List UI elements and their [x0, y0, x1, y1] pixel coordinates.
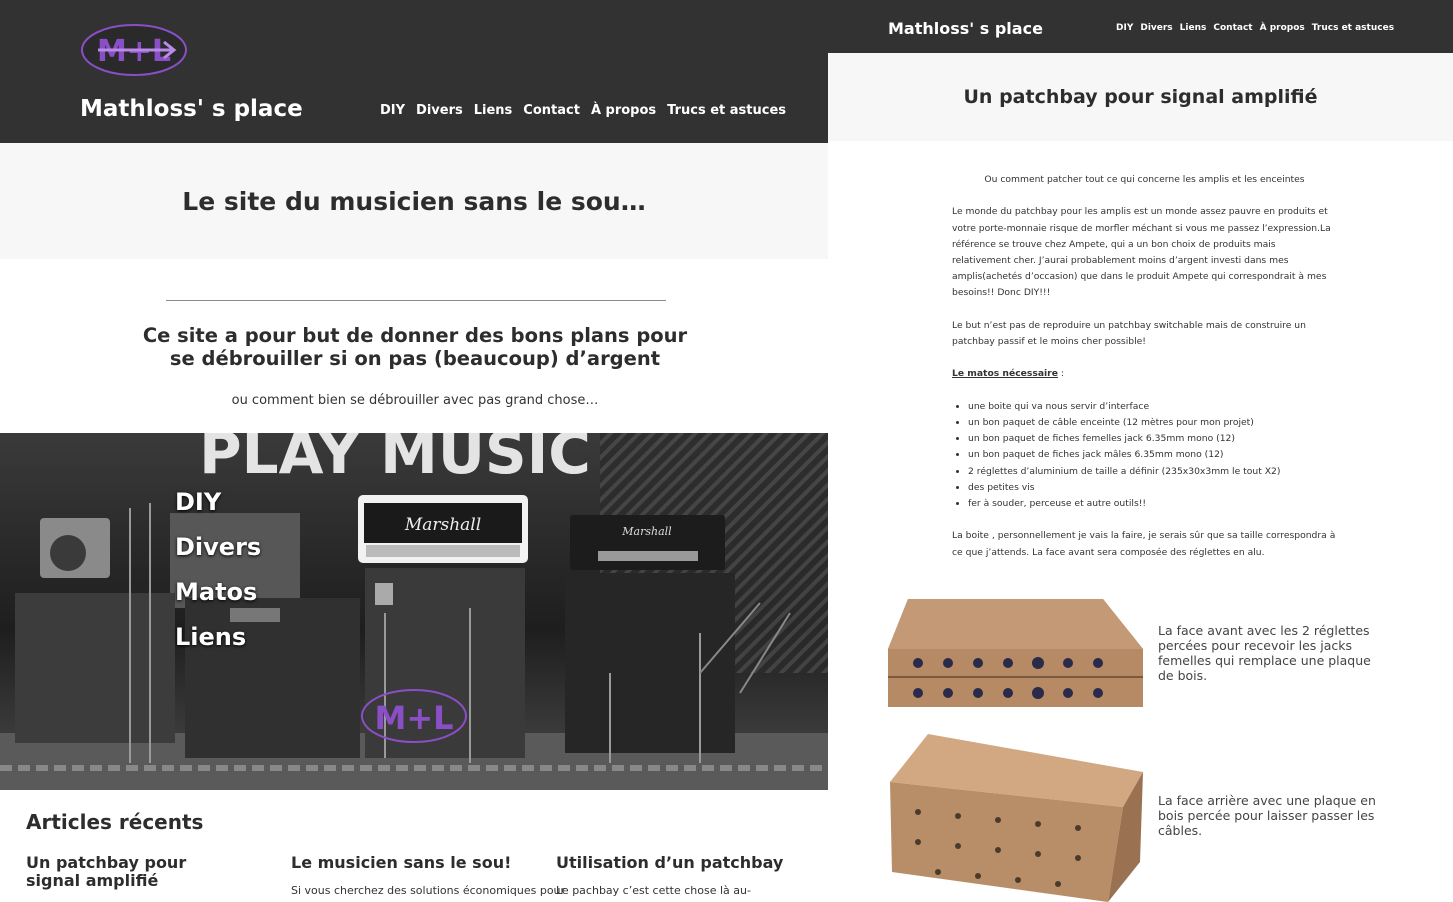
article-site-title[interactable]: Mathloss' s place — [888, 19, 1043, 38]
article-nav-item-divers[interactable]: Divers — [1140, 23, 1172, 33]
list-item: un bon paquet de fiches femelles jack 6.… — [968, 431, 1337, 447]
divider — [166, 300, 666, 301]
box-back-caption: La face arrière avec une plaque en bois … — [1158, 793, 1376, 838]
hero-band: Le site du musicien sans le sou… — [0, 143, 828, 259]
matos-suffix: : — [1057, 368, 1064, 380]
homepage-panel: M+L Mathloss' s place DIY Divers Liens C… — [0, 0, 828, 902]
article-site-header: Mathloss' s place DIY Divers Liens Conta… — [828, 0, 1453, 53]
intro-heading-line2: se débrouiller si on pas (beaucoup) d’ar… — [169, 347, 661, 370]
list-item: une boite qui va nous servir d’interface — [968, 399, 1337, 415]
list-item: un bon paquet de câble enceinte (12 mètr… — [968, 415, 1337, 431]
nav-item-trucs-et-astuces[interactable]: Trucs et astuces — [667, 103, 786, 118]
box-front-photo — [888, 599, 1143, 707]
intro-heading-line1: Ce site a pour but de donner des bons pl… — [142, 324, 688, 347]
recent-article-title-1-line2[interactable]: signal amplifié — [26, 871, 158, 890]
recent-article-excerpt-2: Si vous cherchez des solutions économiqu… — [291, 884, 566, 897]
stage-neon-sign: PLAY MUSIC — [199, 433, 591, 487]
stage-menu-divers[interactable]: Divers — [175, 533, 261, 561]
stage-amp-brand: Marshall — [404, 515, 481, 535]
matos-label: Le matos nécessaire — [952, 368, 1058, 380]
recent-article-title-2[interactable]: Le musicien sans le sou! — [291, 854, 511, 872]
article-title-band: Un patchbay pour signal amplifié — [828, 53, 1453, 141]
site-header: M+L Mathloss' s place DIY Divers Liens C… — [0, 0, 828, 143]
recent-articles-heading: Articles récents — [26, 810, 204, 834]
site-title[interactable]: Mathloss' s place — [80, 96, 303, 122]
svg-text:M+L: M+L — [374, 699, 453, 737]
article-paragraph-2: Le but n’est pas de reproduire un patchb… — [952, 319, 1306, 347]
recent-article-title-1-line1[interactable]: Un patchbay pour — [26, 853, 186, 872]
stage-menu-diy[interactable]: DIY — [175, 488, 261, 516]
article-panel: Mathloss' s place DIY Divers Liens Conta… — [828, 0, 1453, 902]
article-nav-item-trucs-et-astuces[interactable]: Trucs et astuces — [1312, 23, 1394, 33]
intro-subtitle: ou comment bien se débrouiller avec pas … — [231, 393, 599, 408]
article-main-nav: DIY Divers Liens Contact À propos Trucs … — [1116, 23, 1394, 33]
list-item: fer à souder, perceuse et autre outils!! — [968, 496, 1337, 512]
recent-article-title-1[interactable]: Un patchbay pour signal amplifié — [26, 854, 186, 890]
box-front-caption: La face avant avec les 2 réglettes percé… — [1158, 623, 1371, 683]
stage-photo: Marshall Marshall PLAY MUSIC M+L — [0, 433, 828, 790]
article-nav-item-diy[interactable]: DIY — [1116, 23, 1133, 33]
list-item: un bon paquet de fiches jack mâles 6.35m… — [968, 447, 1337, 463]
article-paragraph-3: La boite , personnellement je vais la fa… — [952, 530, 1336, 558]
article-nav-item-contact[interactable]: Contact — [1213, 23, 1252, 33]
list-item: des petites vis — [968, 480, 1337, 496]
stage-menu: DIY Divers Matos Liens — [175, 488, 261, 668]
matos-heading: Le matos nécessaire : — [952, 366, 1337, 382]
stage-menu-liens[interactable]: Liens — [175, 623, 261, 651]
box-back-photo — [890, 734, 1143, 902]
article-nav-item-liens[interactable]: Liens — [1180, 23, 1207, 33]
recent-article-excerpt-3: Le pachbay c’est cette chose là au- — [556, 884, 751, 897]
main-nav: DIY Divers Liens Contact À propos Trucs … — [380, 103, 786, 118]
article-nav-item-a-propos[interactable]: À propos — [1260, 23, 1305, 33]
nav-item-contact[interactable]: Contact — [523, 103, 580, 118]
article-title: Un patchbay pour signal amplifié — [963, 86, 1318, 108]
intro-heading: Ce site a pour but de donner des bons pl… — [130, 324, 700, 370]
matos-list: une boite qui va nous servir d’interface… — [952, 399, 1337, 512]
recent-article-title-3[interactable]: Utilisation d’un patchbay — [556, 854, 783, 872]
hero-heading: Le site du musicien sans le sou… — [182, 186, 646, 216]
article-paragraph-1: Le monde du patchbay pour les amplis est… — [952, 206, 1331, 299]
svg-text:Marshall: Marshall — [621, 525, 672, 538]
stage-menu-matos[interactable]: Matos — [175, 578, 261, 606]
nav-item-liens[interactable]: Liens — [474, 103, 513, 118]
nav-item-divers[interactable]: Divers — [416, 103, 463, 118]
article-intro: Ou comment patcher tout ce qui concerne … — [984, 174, 1305, 185]
list-item: 2 réglettes d’aluminium de taille a défi… — [968, 464, 1337, 480]
nav-item-a-propos[interactable]: À propos — [591, 103, 656, 118]
hero-stage-image: Marshall Marshall PLAY MUSIC M+L DIY Div… — [0, 433, 828, 790]
site-logo[interactable]: M+L — [80, 23, 188, 77]
article-body: Ou comment patcher tout ce qui concerne … — [952, 172, 1337, 577]
nav-item-diy[interactable]: DIY — [380, 103, 405, 118]
